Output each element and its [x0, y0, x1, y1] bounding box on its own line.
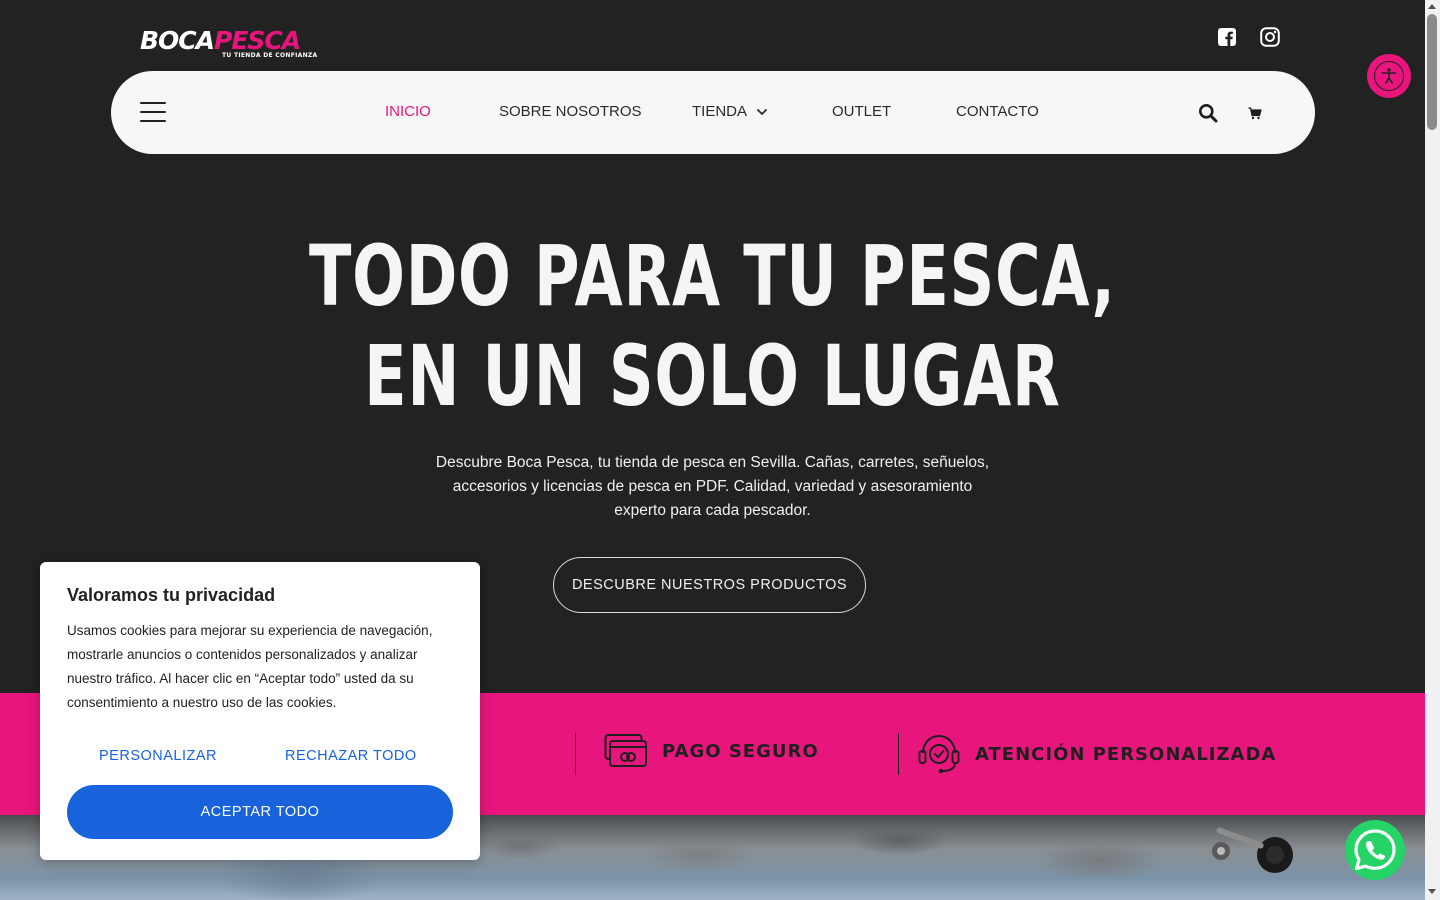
hero-description: Descubre Boca Pesca, tu tienda de pesca … [435, 454, 990, 519]
hero-title-line-1: TODO PARA TU PESCA, [308, 227, 1116, 325]
cookie-customize-button[interactable]: PERSONALIZAR [99, 748, 217, 764]
instagram-icon[interactable] [1259, 26, 1281, 48]
search-icon[interactable] [1197, 102, 1219, 124]
nav-item-outlet[interactable]: OUTLET [832, 103, 891, 121]
nav-item-tienda[interactable]: TIENDA [692, 103, 767, 121]
logo-text-boca: BOCA [140, 26, 215, 55]
main-navbar: INICIO SOBRE NOSOTROS TIENDA OUTLET CONT… [111, 71, 1315, 154]
feature-label-customer-support: ATENCIÓN PERSONALIZADA [975, 743, 1277, 765]
nav-item-contacto[interactable]: CONTACTO [956, 103, 1039, 121]
accessibility-button[interactable] [1367, 54, 1411, 98]
scroll-up-arrow-icon[interactable] [1428, 4, 1436, 9]
secure-payment-icon [604, 734, 647, 767]
feature-label-secure-payment: PAGO SEGURO [662, 740, 819, 762]
accessibility-icon [1374, 61, 1404, 91]
whatsapp-button[interactable] [1345, 820, 1405, 880]
feature-customer-support: ATENCIÓN PERSONALIZADA [917, 733, 1276, 775]
logo-text-pesca: PESCA [214, 26, 301, 55]
logo-tagline: TU TIENDA DE CONFIANZA [222, 52, 318, 59]
chevron-down-icon [757, 108, 767, 115]
site-logo[interactable]: BOCA PESCA TU TIENDA DE CONFIANZA [140, 26, 318, 60]
page-scrollbar[interactable] [1425, 0, 1440, 900]
feature-divider [575, 733, 576, 775]
cookie-consent-dialog: Valoramos tu privacidad Usamos cookies p… [40, 562, 480, 860]
hero-title-line-2: EN UN SOLO LUGAR [364, 327, 1061, 425]
whatsapp-icon [1354, 829, 1396, 871]
cookie-description: Usamos cookies para mejorar su experienc… [67, 623, 433, 710]
nav-item-sobre-nosotros[interactable]: SOBRE NOSOTROS [499, 103, 642, 121]
logo-wordmark: BOCA PESCA [140, 26, 301, 55]
facebook-icon[interactable] [1217, 26, 1237, 48]
nav-item-tienda-label: TIENDA [692, 103, 748, 120]
feature-divider [898, 733, 899, 775]
nav-item-inicio[interactable]: INICIO [385, 103, 431, 121]
scrollbar-thumb[interactable] [1427, 14, 1437, 130]
scroll-down-arrow-icon[interactable] [1428, 889, 1436, 894]
cookie-reject-button[interactable]: RECHAZAR TODO [285, 748, 417, 764]
cookie-accept-button[interactable]: ACEPTAR TODO [67, 785, 453, 839]
feature-secure-payment: PAGO SEGURO [604, 733, 819, 769]
menu-icon[interactable] [140, 102, 166, 122]
cookie-title: Valoramos tu privacidad [67, 585, 276, 605]
cart-icon[interactable] [1244, 102, 1266, 124]
discover-products-button[interactable]: DESCUBRE NUESTROS PRODUCTOS [553, 557, 866, 613]
hero-title: TODO PARA TU PESCA, EN UN SOLO LUGAR [185, 226, 1240, 426]
customer-support-icon [918, 734, 960, 774]
fishing-reel-image [1212, 827, 1293, 873]
